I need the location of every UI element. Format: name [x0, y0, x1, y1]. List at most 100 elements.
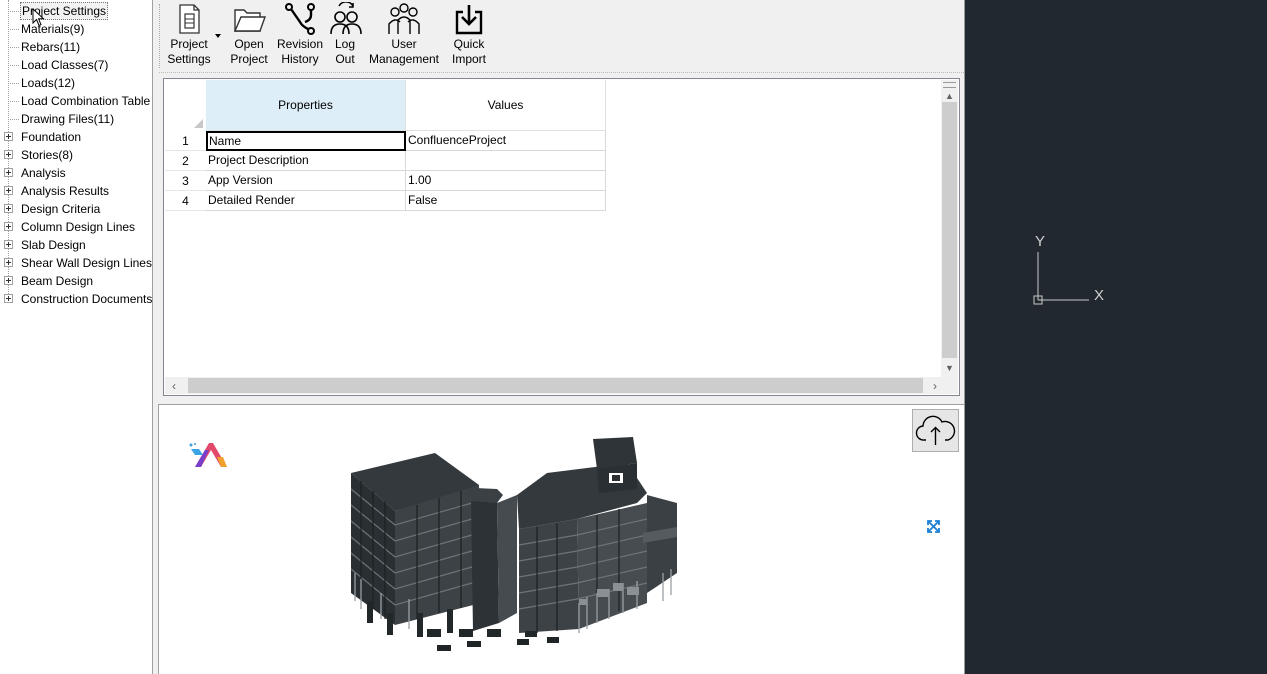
expand-plus-icon[interactable] — [4, 276, 13, 285]
axis-y-label: Y — [1035, 233, 1045, 250]
row-header[interactable]: 3 — [165, 171, 206, 191]
value-cell[interactable] — [406, 151, 606, 171]
fullscreen-expand-icon[interactable] — [927, 520, 940, 533]
log-out-button[interactable]: Log Out — [329, 2, 362, 68]
download-icon — [455, 5, 483, 35]
users-logout-icon — [330, 2, 362, 35]
tree-item[interactable]: Loads(12) — [0, 74, 152, 92]
tree-item[interactable]: Drawing Files(11) — [0, 110, 152, 128]
scroll-left-arrow-icon[interactable]: ‹ — [172, 379, 176, 393]
tree-item-label: Analysis — [21, 166, 66, 180]
row-header[interactable]: 2 — [165, 151, 206, 171]
tree-item[interactable]: Analysis Results — [0, 182, 152, 200]
expand-plus-icon[interactable] — [4, 132, 13, 141]
tree-item[interactable]: Load Combination Table — [0, 92, 152, 110]
column-header-properties[interactable]: Properties — [206, 80, 406, 131]
revision-history-label: Revision History — [277, 37, 324, 66]
value-cell[interactable]: 1.00 — [406, 171, 606, 191]
value-cell[interactable]: False — [406, 191, 606, 211]
quick-import-button[interactable]: Quick Import — [447, 2, 491, 68]
expand-plus-icon[interactable] — [4, 150, 13, 159]
expand-plus-icon[interactable] — [4, 186, 13, 195]
toolbar-grip — [159, 4, 160, 68]
project-settings-icon — [179, 4, 200, 34]
toolbar: Project Settings Open Project Revision H… — [153, 0, 964, 73]
expand-plus-icon[interactable] — [4, 240, 13, 249]
grid-viewport: Properties Values 1 Name ConfluenceProject… — [165, 80, 942, 377]
project-tree[interactable]: Project Settings Materials(9) Rebars(11) Lo… — [0, 0, 153, 674]
tree-item-label: Load Combination Table — [21, 94, 151, 108]
tree-item-label: Loads(12) — [21, 76, 76, 90]
scroll-corner — [941, 377, 958, 394]
horizontal-scrollbar[interactable]: ‹ › — [165, 377, 942, 394]
scroll-down-arrow-icon[interactable]: ▼ — [945, 364, 954, 373]
revision-history-button[interactable]: Revision History — [277, 2, 323, 68]
expand-plus-icon[interactable] — [4, 258, 13, 267]
expand-plus-icon[interactable] — [4, 168, 13, 177]
tree-item[interactable]: Load Classes(7) — [0, 56, 152, 74]
cloud-upload-button[interactable] — [912, 409, 959, 452]
tree-item[interactable]: Shear Wall Design Lines — [0, 254, 152, 272]
tree-item[interactable]: Foundation — [0, 128, 152, 146]
log-out-label: Log Out — [334, 37, 356, 66]
tree-item[interactable]: Construction Documents — [0, 290, 153, 308]
tree-item[interactable]: Column Design Lines — [0, 218, 152, 236]
property-cell[interactable]: Name — [206, 131, 406, 151]
expand-plus-icon[interactable] — [4, 204, 13, 213]
tree-item-label: Materials(9) — [21, 22, 85, 36]
property-cell[interactable]: App Version — [206, 171, 406, 191]
property-cell[interactable]: Detailed Render — [206, 191, 406, 211]
main-panel: Project Settings Open Project Revision H… — [153, 0, 964, 674]
ucs-axis-icon: Y X — [1033, 233, 1104, 305]
user-management-label: User Management — [368, 37, 440, 66]
tree-item-label: Beam Design — [21, 274, 94, 288]
open-project-button[interactable]: Open Project — [229, 2, 269, 68]
vertical-scroll-thumb[interactable] — [942, 102, 957, 358]
tree-item-label: Shear Wall Design Lines — [21, 256, 152, 270]
property-cell[interactable]: Project Description — [206, 151, 406, 171]
building-3d-model — [350, 437, 677, 651]
tree-connector — [8, 101, 19, 102]
properties-grid[interactable]: Properties Values 1 Name ConfluenceProject… — [163, 78, 960, 396]
tree-item[interactable]: Stories(8) — [0, 146, 152, 164]
expand-plus-icon[interactable] — [4, 222, 13, 231]
tree-connector — [8, 119, 19, 120]
scroll-up-arrow-icon[interactable]: ▲ — [945, 92, 954, 101]
select-all-corner[interactable] — [165, 80, 206, 131]
tree-item-label: Stories(8) — [21, 148, 74, 162]
value-cell[interactable]: ConfluenceProject — [406, 131, 606, 151]
tree-item[interactable]: Project Settings — [0, 2, 152, 20]
tree-connector — [8, 65, 19, 66]
quick-import-label: Quick Import — [451, 37, 486, 66]
row-header[interactable]: 4 — [165, 191, 206, 211]
user-management-button[interactable]: User Management — [367, 2, 441, 68]
tree-item[interactable]: Analysis — [0, 164, 152, 182]
tree-item-label: Load Classes(7) — [21, 58, 109, 72]
mouse-cursor-icon — [32, 8, 45, 27]
column-header-values[interactable]: Values — [406, 80, 606, 131]
corner-triangle — [194, 119, 203, 128]
tree-connector — [8, 29, 19, 30]
model-viewer[interactable] — [158, 404, 964, 674]
tree-item-label: Analysis Results — [21, 184, 110, 198]
project-settings-dropdown-arrow[interactable] — [215, 34, 221, 38]
tree-item[interactable]: Materials(9) — [0, 20, 152, 38]
app-logo-icon — [189, 443, 227, 467]
row-header[interactable]: 1 — [165, 131, 206, 151]
scroll-right-arrow-icon[interactable]: › — [933, 379, 937, 393]
tree-item[interactable]: Design Criteria — [0, 200, 152, 218]
horizontal-scroll-thumb[interactable] — [188, 378, 923, 393]
expand-plus-icon[interactable] — [4, 294, 13, 303]
tree-item-label: Construction Documents — [21, 292, 153, 306]
tree-item-label: Slab Design — [21, 238, 86, 252]
vertical-scrollbar[interactable]: ▲ ▼ — [941, 80, 958, 377]
tree-item-label: Design Criteria — [21, 202, 101, 216]
tree-item[interactable]: Beam Design — [0, 272, 152, 290]
tree-item[interactable]: Slab Design — [0, 236, 152, 254]
cad-viewport[interactable]: Y X — [964, 0, 1267, 674]
tree-connector — [8, 11, 19, 12]
project-settings-button[interactable]: Project Settings — [167, 2, 211, 68]
user-group-icon — [388, 3, 420, 34]
tree-item[interactable]: Rebars(11) — [0, 38, 152, 56]
branch-icon — [285, 3, 315, 35]
